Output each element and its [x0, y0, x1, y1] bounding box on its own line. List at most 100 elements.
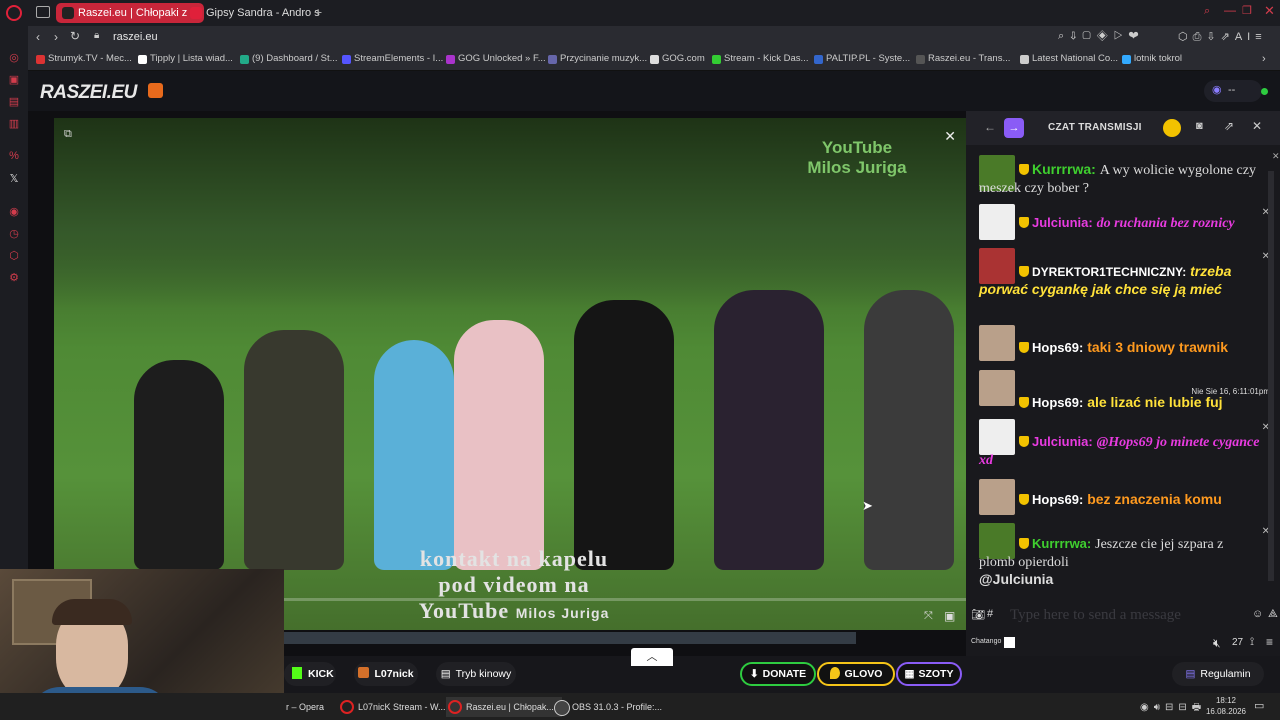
- shopping-icon[interactable]: ▣: [6, 72, 22, 88]
- cinema-icon: ▤: [440, 668, 451, 680]
- address-actions-icons[interactable]: ⌕⇩▢◈▷❤: [1058, 30, 1145, 43]
- mute-icon[interactable]: 🔇︎: [1213, 636, 1221, 651]
- tab-raszei[interactable]: Raszei.eu | Chłopaki z: [56, 3, 204, 23]
- shield-badge-icon: [1019, 217, 1029, 228]
- bookmark-item[interactable]: StreamElements - I...: [342, 53, 443, 64]
- chat-forward-icon[interactable]: →: [1004, 118, 1024, 138]
- bookmark-item[interactable]: Raszei.eu - Trans...: [916, 53, 1010, 64]
- expand-up-icon[interactable]: ︿: [631, 648, 673, 666]
- kick-button[interactable]: KICK: [284, 662, 336, 686]
- username[interactable]: Julciunia:: [1032, 215, 1093, 230]
- bookmark-item[interactable]: Stream - Kick Das...: [712, 53, 808, 64]
- cinema-mode-button[interactable]: ▤ Tryb kinowy: [436, 662, 516, 686]
- search-tabs-icon[interactable]: ⌕: [1204, 5, 1210, 18]
- send-icon[interactable]: ⟁: [1268, 608, 1278, 621]
- settings-icon[interactable]: ⚙: [6, 270, 22, 286]
- username[interactable]: Kurrrrwa:: [1032, 536, 1091, 551]
- url-field[interactable]: raszei.eu: [113, 31, 158, 43]
- username[interactable]: Hops69:: [1032, 340, 1083, 355]
- tab-gipsy-sandra[interactable]: Gipsy Sandra - Andro s: [184, 3, 332, 23]
- mail-icon[interactable]: ▥: [6, 116, 22, 132]
- percent-icon[interactable]: %: [6, 148, 22, 164]
- bookmark-item[interactable]: Latest National Co...: [1020, 53, 1118, 64]
- player-icon[interactable]: ◉: [6, 204, 22, 220]
- pip-icon[interactable]: ⧉: [64, 128, 72, 141]
- shield-badge-icon: [1019, 342, 1029, 353]
- glovo-button[interactable]: GLOVO: [817, 662, 895, 686]
- username[interactable]: Hops69:: [1032, 395, 1083, 410]
- forward-icon[interactable]: ›: [54, 30, 58, 44]
- chat-close-small-icon[interactable]: ✕: [1272, 151, 1280, 162]
- discord-icon[interactable]: ◙: [1196, 120, 1203, 132]
- bookmark-item[interactable]: PALTIP.PL - Syste...: [814, 53, 910, 64]
- new-tab-icon[interactable]: +: [314, 4, 322, 20]
- szoty-icon: ▦: [904, 668, 915, 680]
- notifications-icon[interactable]: ▭: [1254, 699, 1264, 712]
- chatango-logo-icon: [1004, 637, 1015, 648]
- tray-icons[interactable]: ◉🔊︎⊟⊟🖶︎: [1140, 700, 1206, 717]
- message-body: Hops69: taki 3 dniowy trawnik: [979, 339, 1262, 356]
- crop-icon[interactable]: ⤧: [924, 610, 933, 623]
- bookmark-item[interactable]: (9) Dashboard / St...: [240, 53, 338, 64]
- messenger-icon[interactable]: ▤: [6, 94, 22, 110]
- chat-input[interactable]: Type here to send a message: [1010, 607, 1250, 624]
- maximize-icon[interactable]: ❐: [1242, 4, 1252, 17]
- tab-menu-icon[interactable]: [36, 6, 50, 18]
- donate-button[interactable]: ⬇ DONATE: [740, 662, 816, 686]
- channel-button[interactable]: L07nick: [354, 662, 418, 686]
- streamer-hair: [52, 599, 132, 625]
- rules-button[interactable]: ▤ Regulamin: [1172, 662, 1264, 686]
- bottom-toolbar: KICK L07nick ▤ Tryb kinowy ︿ ⬇ DONATE GLOV…: [284, 632, 1280, 693]
- bookmark-item[interactable]: Przycinanie muzyk...: [548, 53, 647, 64]
- site-logo[interactable]: RASZEI.EU: [40, 82, 137, 104]
- watermark-line2: Milos Juriga: [807, 158, 907, 177]
- reload-icon[interactable]: ↻: [70, 29, 80, 43]
- chat-footer: Chatango 🔇︎ 27 ⟟ ≡: [966, 633, 1280, 655]
- emoji-icon[interactable]: ☺: [1252, 608, 1263, 620]
- username[interactable]: Hops69:: [1032, 492, 1083, 507]
- username[interactable]: Julciunia:: [1032, 434, 1093, 449]
- bookmark-item[interactable]: GOG Unlocked » F...: [446, 53, 546, 64]
- video-player[interactable]: ⧉ ✕ YouTube Milos Juriga kontakt na kape…: [54, 118, 966, 630]
- bookmarks-more-icon[interactable]: ›: [1262, 53, 1266, 65]
- bookmark-item[interactable]: Tipply | Lista wiad...: [138, 53, 233, 64]
- message-text: bez znaczenia komu: [1087, 491, 1222, 507]
- hashtag-icon[interactable]: #: [987, 608, 993, 620]
- tipply-icon[interactable]: [148, 83, 163, 98]
- bookmark-item[interactable]: GOG.com: [650, 53, 705, 64]
- username[interactable]: Kurrrrwa:: [1032, 161, 1096, 177]
- szoty-button[interactable]: ▦ SZOTY: [896, 662, 962, 686]
- watermark-line1: YouTube: [821, 138, 893, 157]
- taskbar-item[interactable]: r – Opera: [284, 697, 324, 717]
- chat-menu-icon[interactable]: ≡: [1266, 635, 1273, 649]
- camera-icon[interactable]: 📷︎: [971, 608, 985, 621]
- viewer-count: --: [1228, 84, 1236, 96]
- taskbar-item[interactable]: L07nicK Stream - W...: [338, 697, 454, 717]
- chat-back-icon[interactable]: ←: [984, 120, 996, 134]
- minimize-icon[interactable]: —: [1224, 3, 1236, 17]
- chatango-label[interactable]: Chatango: [971, 638, 1001, 645]
- back-icon[interactable]: ‹: [36, 30, 40, 44]
- taskbar-item[interactable]: Raszei.eu | Chłopak...: [446, 697, 562, 717]
- message-body: Hops69: ale lizać nie lubie fuj: [979, 394, 1262, 411]
- toolbar-extension-icons[interactable]: ⬡⎙⇩⇗AI≡: [1178, 30, 1267, 44]
- chat-scrollbar[interactable]: [1268, 171, 1274, 581]
- pin-icon[interactable]: ⟟: [1250, 636, 1254, 649]
- aria-icon[interactable]: ◎: [6, 50, 22, 66]
- extensions-icon[interactable]: ⬡: [6, 248, 22, 264]
- taskbar-item[interactable]: OBS 31.0.3 - Profile:...: [552, 697, 672, 717]
- live-status-dot: [1261, 88, 1268, 95]
- history-icon[interactable]: ◷: [6, 226, 22, 242]
- opera-logo-icon[interactable]: [6, 5, 22, 21]
- close-video-icon[interactable]: ✕: [944, 128, 956, 145]
- coin-icon[interactable]: [1163, 119, 1181, 137]
- fullscreen-icon[interactable]: ▣: [944, 609, 955, 623]
- popout-icon[interactable]: ⇗: [1224, 119, 1234, 133]
- bookmark-item[interactable]: lotnik tokrol: [1122, 53, 1182, 64]
- clock[interactable]: 18:12 16.08.2026: [1204, 695, 1248, 717]
- bookmark-item[interactable]: Strumyk.TV - Mec...: [36, 53, 132, 64]
- x-icon[interactable]: 𝕏: [6, 171, 22, 187]
- username[interactable]: DYREKTOR1TECHNICZNY:: [1032, 265, 1186, 279]
- close-window-icon[interactable]: ✕: [1264, 3, 1275, 19]
- close-chat-icon[interactable]: ✕: [1252, 119, 1262, 133]
